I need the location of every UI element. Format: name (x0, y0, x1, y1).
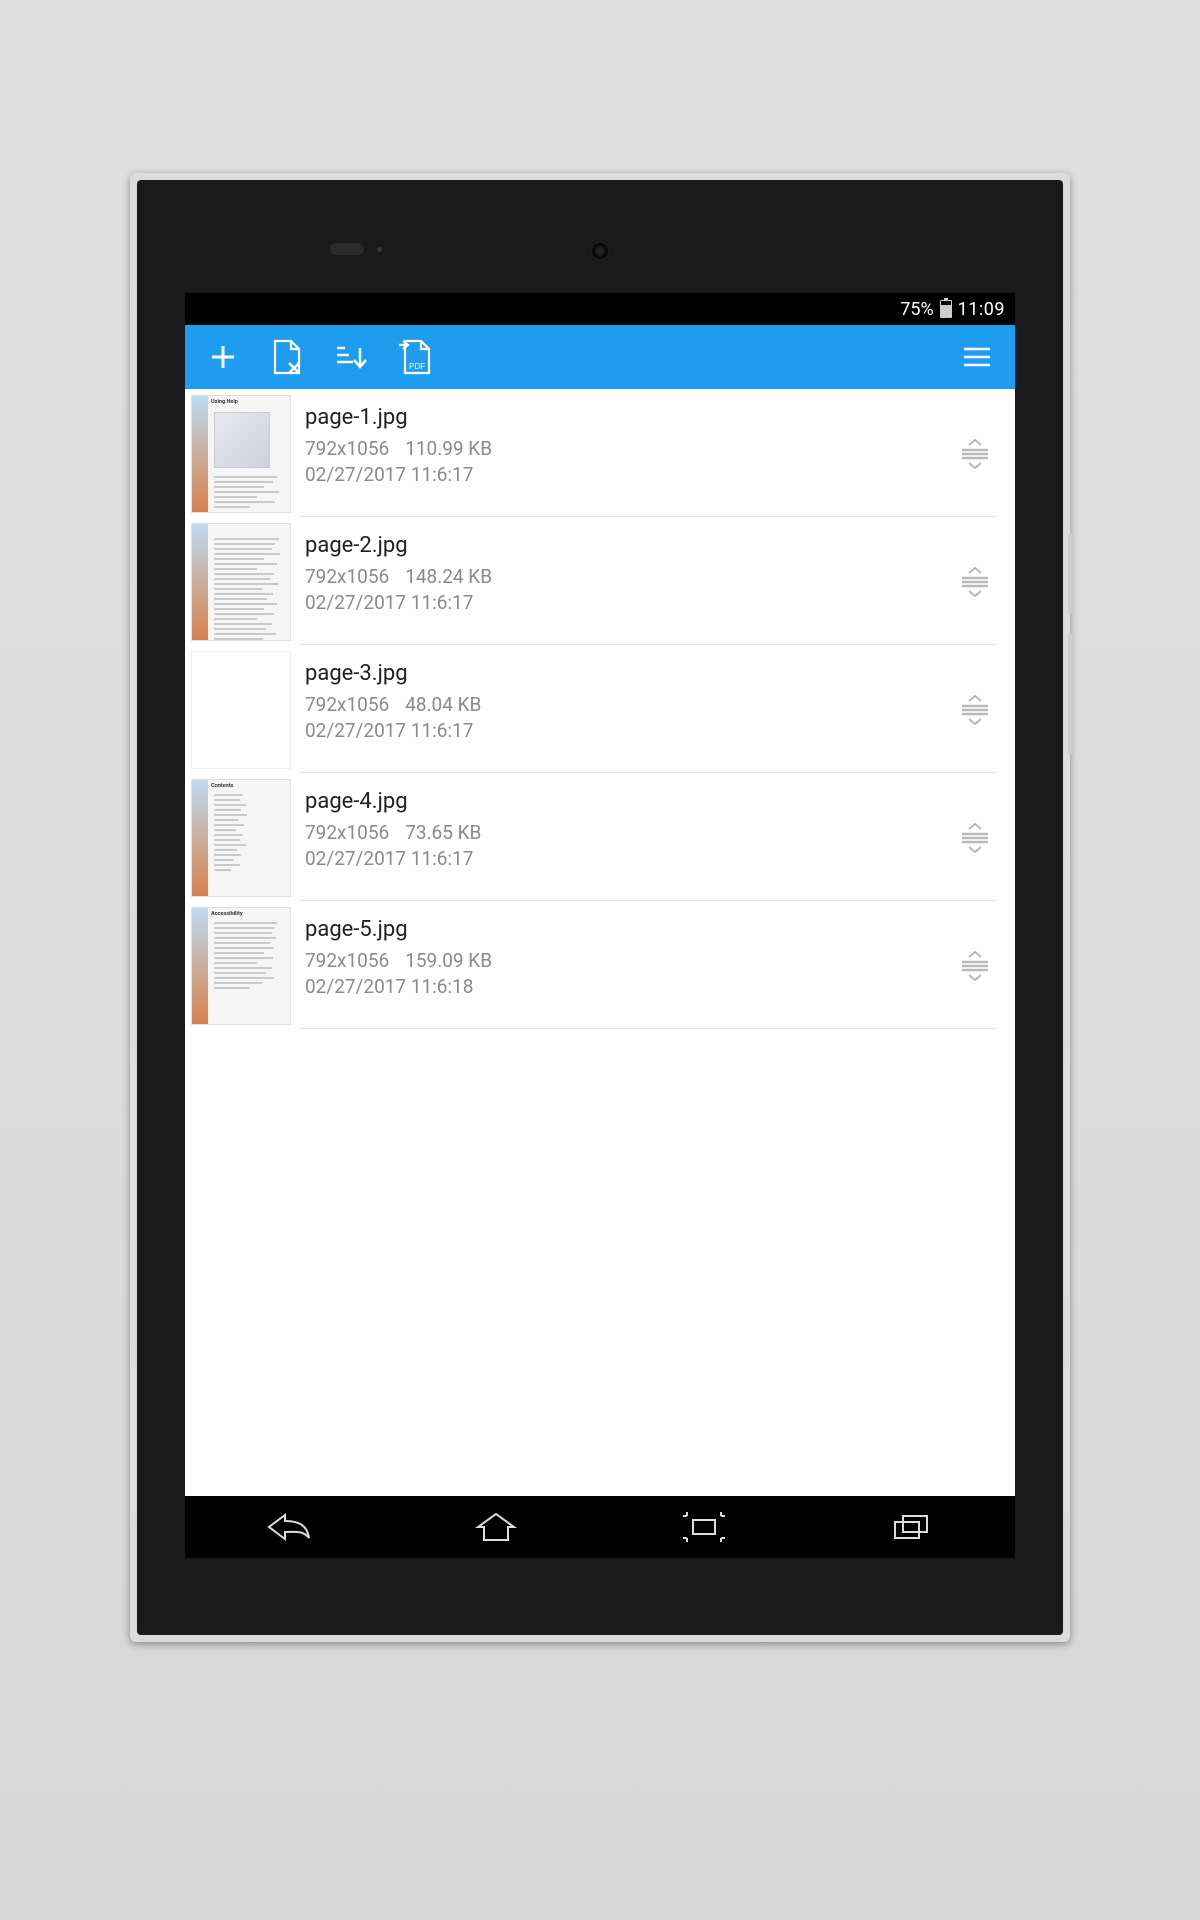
physical-button (1068, 634, 1073, 754)
list-item[interactable]: Using Help page-1.jpg 792x1056 110.99 KB 02/… (185, 389, 1015, 517)
drag-handle[interactable] (945, 695, 1005, 725)
sensor (377, 247, 382, 252)
drag-handle[interactable] (945, 951, 1005, 981)
file-info: page-2.jpg 792x1056 148.24 KB 02/27/2017 11… (291, 523, 945, 615)
thumbnail[interactable] (191, 523, 291, 641)
file-dimensions: 792x1056 (305, 820, 389, 846)
thumbnail[interactable]: Accessibility (191, 907, 291, 1025)
file-size: 148.24 KB (405, 565, 492, 588)
file-meta: 792x1056 110.99 KB 02/27/2017 11:6:17 (305, 436, 945, 487)
screenshot-button[interactable] (672, 1505, 736, 1549)
battery-icon (940, 300, 952, 318)
file-size: 159.09 KB (405, 949, 492, 972)
page-delete-icon (271, 339, 303, 375)
plus-icon (208, 342, 238, 372)
drag-handle[interactable] (945, 439, 1005, 469)
hamburger-icon (962, 345, 992, 369)
recent-apps-button[interactable] (879, 1505, 943, 1549)
tablet-frame: 75% 11:09 (130, 173, 1070, 1642)
app-toolbar: PDF (185, 325, 1015, 389)
drag-handle[interactable] (945, 823, 1005, 853)
file-name: page-5.jpg (305, 917, 945, 942)
file-dimensions: 792x1056 (305, 692, 389, 718)
front-camera (591, 242, 609, 260)
file-meta: 792x1056 73.65 KB 02/27/2017 11:6:17 (305, 820, 945, 871)
file-date: 02/27/2017 11:6:17 (305, 591, 473, 614)
file-name: page-2.jpg (305, 533, 945, 558)
tablet-bezel: 75% 11:09 (137, 180, 1063, 1635)
file-dimensions: 792x1056 (305, 564, 389, 590)
delete-page-button[interactable] (255, 325, 319, 389)
file-info: page-1.jpg 792x1056 110.99 KB 02/27/2017 11… (291, 395, 945, 487)
export-pdf-button[interactable]: PDF (383, 325, 447, 389)
list-item[interactable]: Contents page-4.jpg 792x1056 73.65 KB 02/27/… (185, 773, 1015, 901)
drag-handle-icon (958, 695, 992, 725)
file-meta: 792x1056 148.24 KB 02/27/2017 11:6:17 (305, 564, 945, 615)
file-date: 02/27/2017 11:6:17 (305, 463, 473, 486)
frame-icon (683, 1512, 725, 1542)
file-name: page-4.jpg (305, 789, 945, 814)
thumbnail[interactable]: Using Help (191, 395, 291, 513)
file-info: page-4.jpg 792x1056 73.65 KB 02/27/2017 11:… (291, 779, 945, 871)
recent-icon (891, 1512, 931, 1542)
file-meta: 792x1056 48.04 KB 02/27/2017 11:6:17 (305, 692, 945, 743)
back-icon (267, 1512, 311, 1542)
screen: 75% 11:09 (185, 293, 1015, 1558)
drag-handle-icon (958, 951, 992, 981)
file-info: page-5.jpg 792x1056 159.09 KB 02/27/2017 11… (291, 907, 945, 999)
file-meta: 792x1056 159.09 KB 02/27/2017 11:6:18 (305, 948, 945, 999)
list-item[interactable]: Accessibility page-5.jpg 792x1056 159.09 KB… (185, 901, 1015, 1029)
status-bar: 75% 11:09 (185, 293, 1015, 325)
drag-handle[interactable] (945, 567, 1005, 597)
home-icon (474, 1512, 518, 1542)
file-info: page-3.jpg 792x1056 48.04 KB 02/27/2017 11:… (291, 651, 945, 743)
divider (299, 1028, 997, 1029)
home-button[interactable] (464, 1505, 528, 1549)
file-dimensions: 792x1056 (305, 436, 389, 462)
add-button[interactable] (191, 325, 255, 389)
navigation-bar (185, 1496, 1015, 1558)
drag-handle-icon (958, 439, 992, 469)
file-dimensions: 792x1056 (305, 948, 389, 974)
file-name: page-3.jpg (305, 661, 945, 686)
sort-icon (334, 342, 368, 372)
clock: 11:09 (958, 299, 1005, 320)
file-size: 48.04 KB (405, 693, 481, 716)
file-date: 02/27/2017 11:6:17 (305, 847, 473, 870)
file-size: 73.65 KB (405, 821, 481, 844)
file-date: 02/27/2017 11:6:17 (305, 719, 473, 742)
thumbnail[interactable] (191, 651, 291, 769)
menu-button[interactable] (945, 325, 1009, 389)
list-item[interactable]: page-2.jpg 792x1056 148.24 KB 02/27/2017 11… (185, 517, 1015, 645)
svg-text:PDF: PDF (409, 362, 425, 371)
physical-button (1068, 533, 1073, 613)
drag-handle-icon (958, 823, 992, 853)
back-button[interactable] (257, 1505, 321, 1549)
sort-button[interactable] (319, 325, 383, 389)
battery-percent: 75% (900, 299, 933, 320)
drag-handle-icon (958, 567, 992, 597)
pdf-icon: PDF (399, 339, 431, 375)
thumbnail[interactable]: Contents (191, 779, 291, 897)
file-size: 110.99 KB (405, 437, 492, 460)
file-date: 02/27/2017 11:6:18 (305, 975, 473, 998)
sensor (330, 243, 364, 255)
file-list: Using Help page-1.jpg 792x1056 110.99 KB 02/… (185, 389, 1015, 1558)
file-name: page-1.jpg (305, 405, 945, 430)
list-item[interactable]: page-3.jpg 792x1056 48.04 KB 02/27/2017 11:… (185, 645, 1015, 773)
